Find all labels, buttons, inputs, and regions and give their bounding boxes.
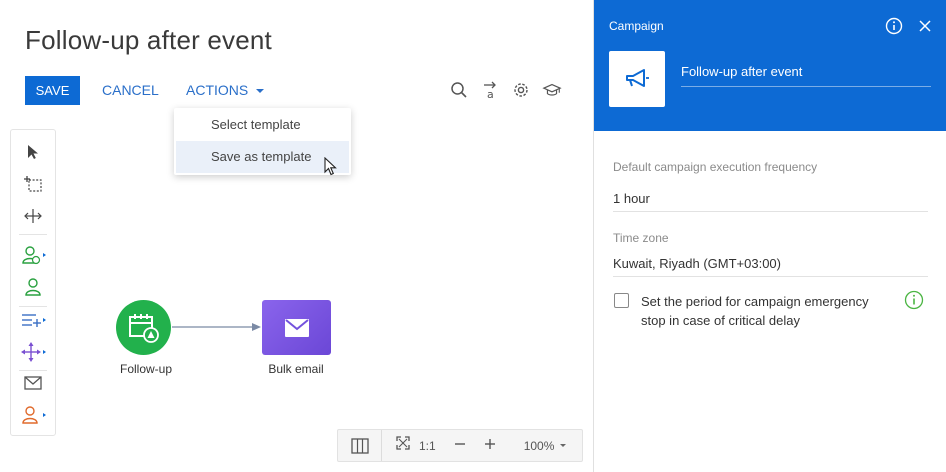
info-icon[interactable] xyxy=(904,290,924,315)
zoom-toolbar: 1:1 100% xyxy=(337,429,583,462)
zoom-out-icon[interactable] xyxy=(454,437,466,455)
info-icon[interactable] xyxy=(885,17,903,40)
time-zone-label: Time zone xyxy=(613,231,669,245)
campaign-name-field[interactable]: Follow-up after event xyxy=(681,64,802,79)
panel-title: Campaign xyxy=(609,19,664,33)
zoom-in-icon[interactable] xyxy=(484,437,496,455)
zoom-level-value: 100% xyxy=(523,438,555,453)
flow-canvas xyxy=(172,323,261,331)
campaign-name-underline xyxy=(681,86,931,87)
node-label-follow-up: Follow-up xyxy=(119,362,173,376)
panel-header: Campaign Follow-up after event xyxy=(594,0,946,131)
connector-arrowhead xyxy=(252,323,261,331)
close-icon[interactable] xyxy=(919,19,931,37)
execution-frequency-label: Default campaign execution frequency xyxy=(613,160,818,174)
field-underline xyxy=(613,276,928,277)
node-label-bulk-email: Bulk email xyxy=(268,362,324,376)
fit-to-screen-icon[interactable] xyxy=(396,436,410,455)
minimap-button[interactable] xyxy=(338,430,382,461)
calendar-timer-icon xyxy=(128,313,159,343)
execution-frequency-field[interactable]: 1 hour xyxy=(613,191,650,206)
follow-up-node[interactable] xyxy=(116,300,171,355)
megaphone-icon xyxy=(626,69,649,87)
envelope-icon xyxy=(284,318,309,337)
campaign-properties-panel: Campaign Follow-up after event Default c… xyxy=(593,0,946,472)
time-zone-field[interactable]: Kuwait, Riyadh (GMT+03:00) xyxy=(613,256,781,271)
campaign-avatar xyxy=(609,51,665,107)
campaign-designer: Follow-up after event SAVE CANCEL ACTION… xyxy=(0,0,593,472)
field-underline xyxy=(613,211,928,212)
map-icon xyxy=(350,437,369,454)
bulk-email-node[interactable] xyxy=(262,300,331,355)
emergency-stop-label: Set the period for campaign emergency st… xyxy=(641,294,869,328)
actual-size-button[interactable]: 1:1 xyxy=(419,439,436,453)
emergency-stop-checkbox[interactable] xyxy=(614,293,629,308)
chevron-down-icon xyxy=(560,444,567,447)
zoom-level-select[interactable]: 100% xyxy=(524,439,567,453)
